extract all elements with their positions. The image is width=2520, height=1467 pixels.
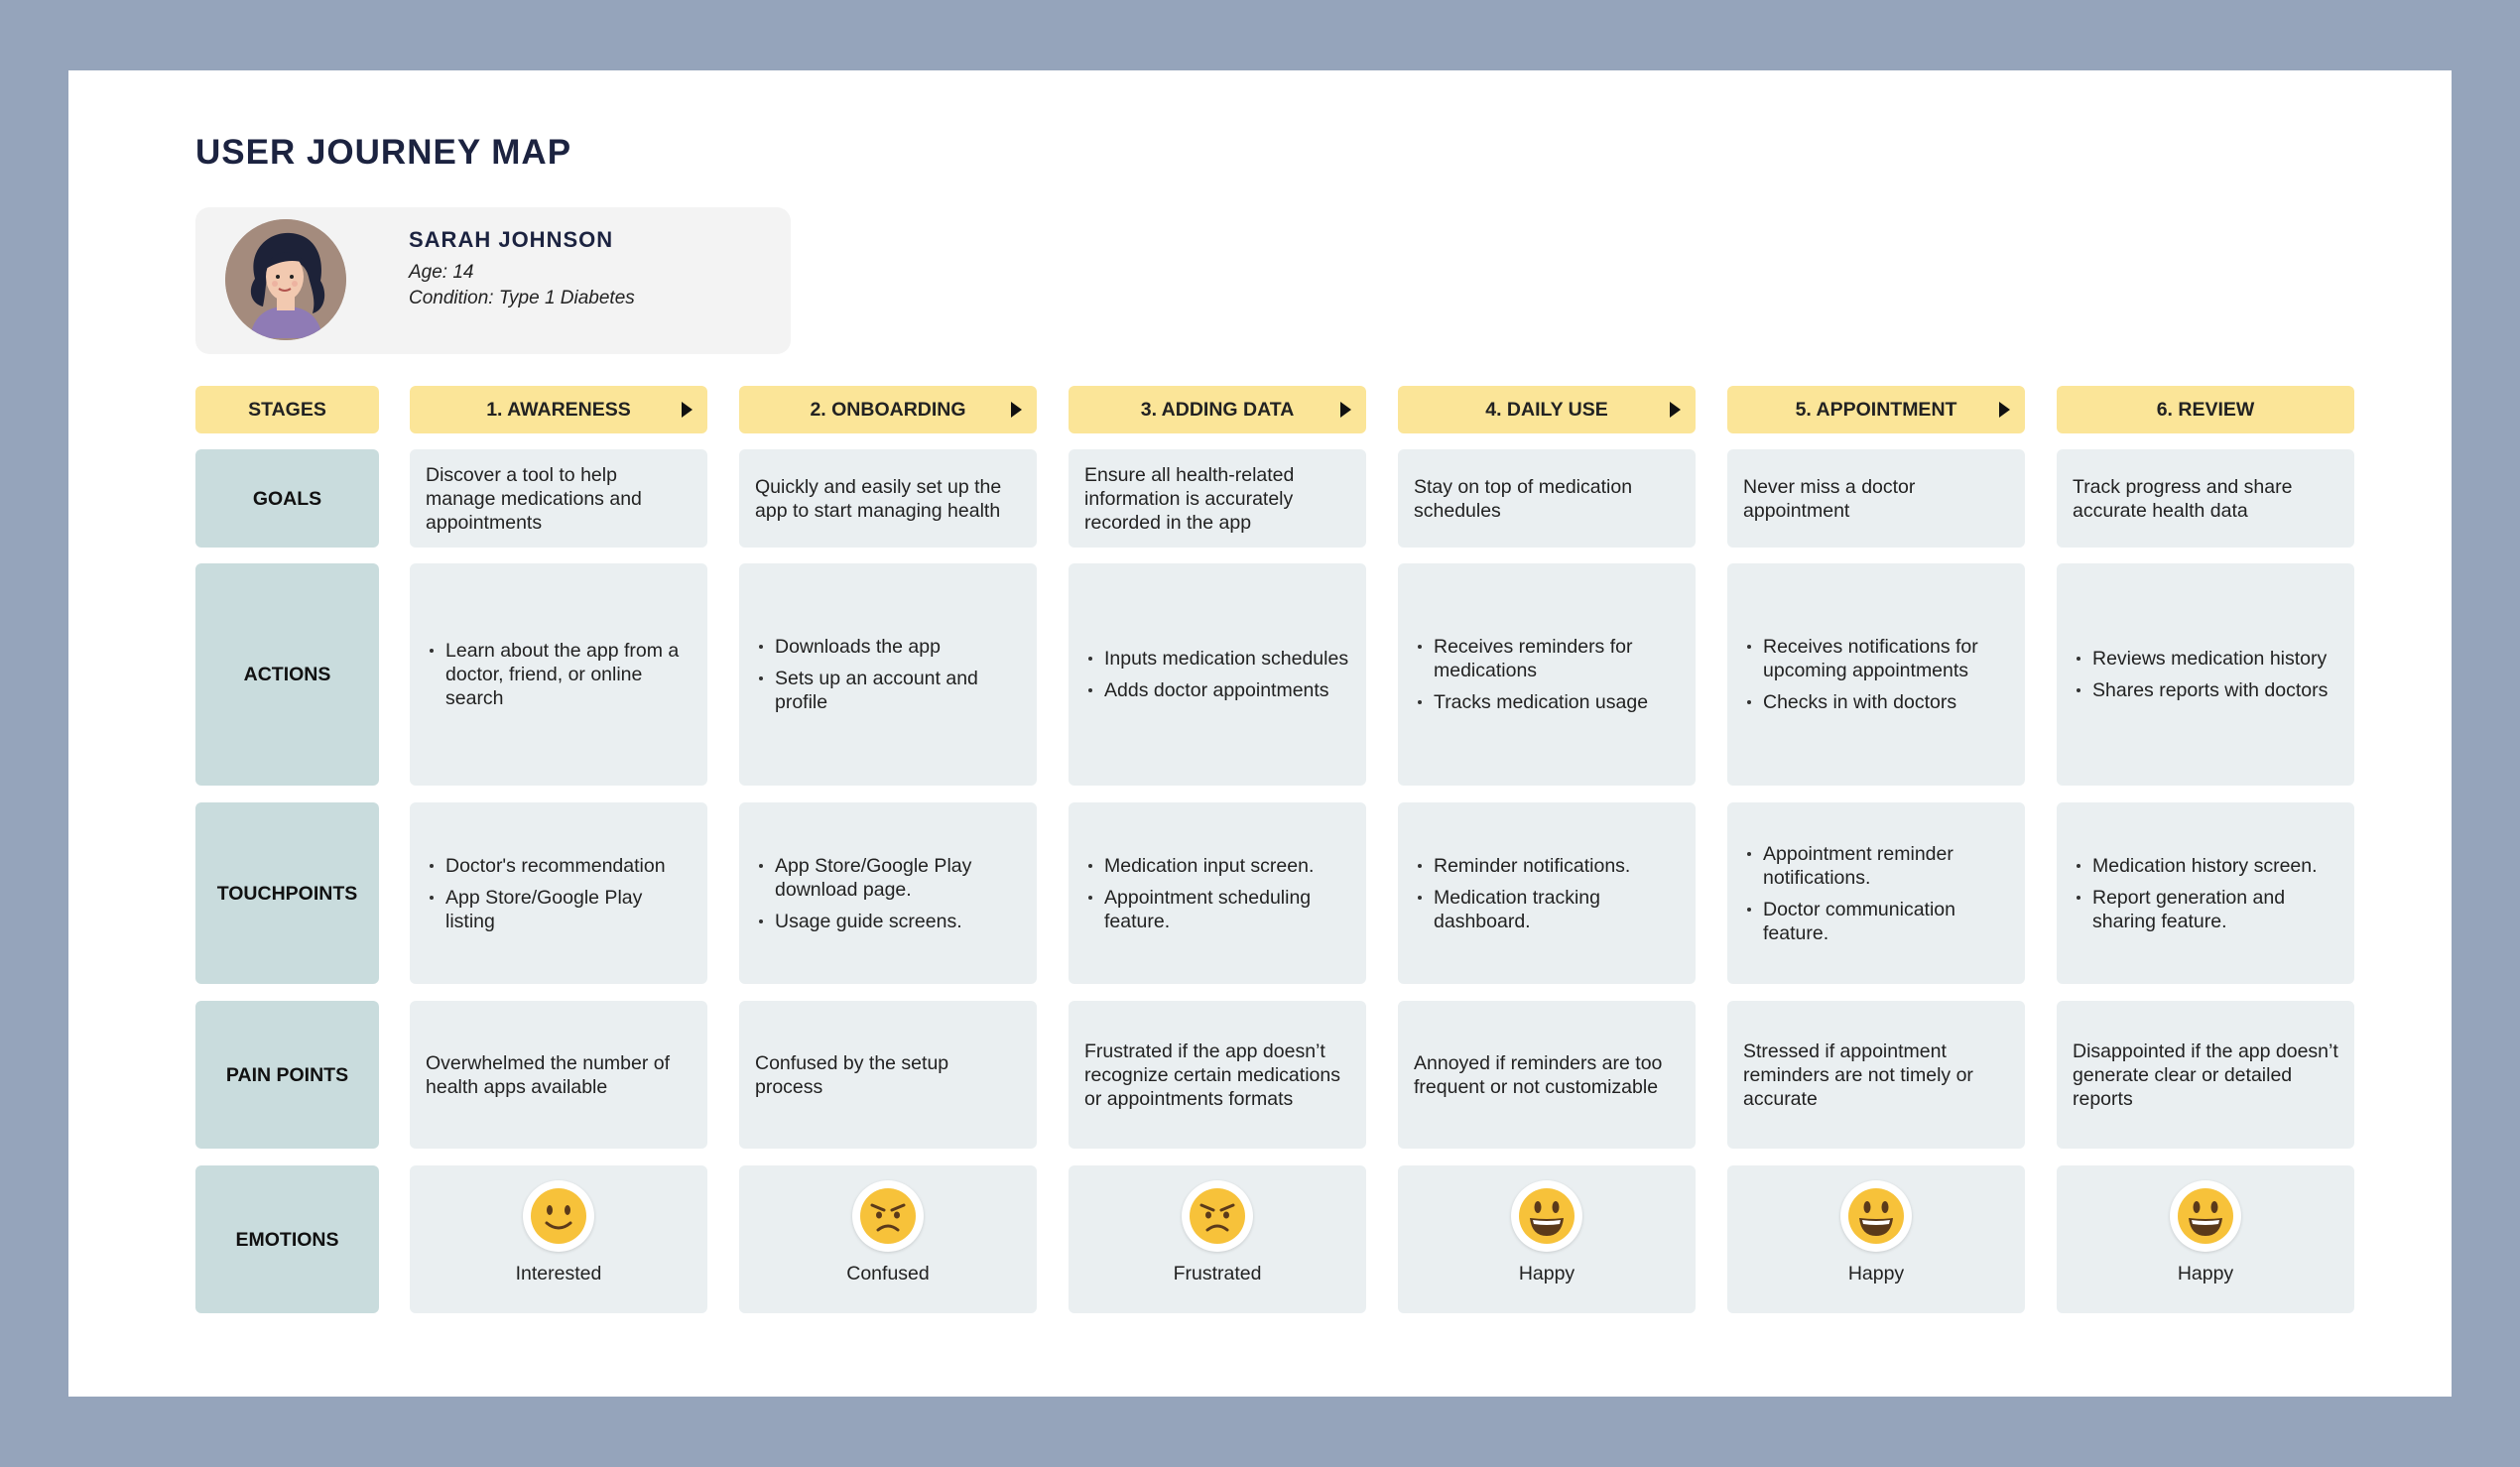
emotion-cell: Happy <box>2057 1165 2354 1313</box>
list-item: Tracks medication usage <box>1416 690 1680 714</box>
list-item: Doctor's recommendation <box>428 854 692 878</box>
list-item: Sets up an account and profile <box>757 667 1021 714</box>
arrow-right-icon <box>1670 402 1681 418</box>
stage-header-onboarding: 2. ONBOARDING <box>739 386 1037 433</box>
arrow-right-icon <box>1011 402 1022 418</box>
emotion-label: Happy <box>1518 1263 1575 1284</box>
emotion-label: Happy <box>1847 1263 1905 1284</box>
goal-cell: Quickly and easily set up the app to sta… <box>739 449 1037 548</box>
stage-name: 6. REVIEW <box>2156 399 2255 421</box>
list-item: Inputs medication schedules <box>1086 647 1348 671</box>
persona-avatar <box>225 219 346 340</box>
emotion-label: Interested <box>515 1263 602 1284</box>
persona-card: SARAH JOHNSON Age: 14 Condition: Type 1 … <box>195 207 791 354</box>
persona-age: Age: 14 <box>409 262 474 283</box>
slight-smile-icon <box>523 1180 594 1252</box>
row-label-emotions: EMOTIONS <box>195 1165 379 1313</box>
list-item: Medication input screen. <box>1086 854 1350 878</box>
list-item: Doctor communication feature. <box>1745 898 2009 945</box>
emotion-cell: Happy <box>1727 1165 2025 1313</box>
actions-cell: Inputs medication schedules Adds doctor … <box>1069 563 1366 786</box>
stage-header-daily-use: 4. DAILY USE <box>1398 386 1696 433</box>
list-item: Usage guide screens. <box>757 910 1021 933</box>
pain-point-cell: Confused by the setup process <box>739 1001 1037 1149</box>
emotion-cell: Happy <box>1398 1165 1696 1313</box>
stage-name: 3. ADDING DATA <box>1140 399 1295 421</box>
emotion-label: Frustrated <box>1173 1263 1262 1284</box>
persona-name: SARAH JOHNSON <box>409 227 614 252</box>
grinning-face-icon <box>1840 1180 1912 1252</box>
emotion-cell: Confused <box>739 1165 1037 1313</box>
list-item: Checks in with doctors <box>1745 690 2009 714</box>
list-item: Receives reminders for medications <box>1416 635 1680 682</box>
row-label-pain-points: PAIN POINTS <box>195 1001 379 1149</box>
row-label-touchpoints: TOUCHPOINTS <box>195 802 379 984</box>
row-label-stages: STAGES <box>195 386 379 433</box>
actions-cell: Receives notifications for upcoming appo… <box>1727 563 2025 786</box>
list-item: Adds doctor appointments <box>1086 678 1348 702</box>
angry-face-icon <box>852 1180 924 1252</box>
goal-cell: Ensure all health-related information is… <box>1069 449 1366 548</box>
goal-cell: Stay on top of medication schedules <box>1398 449 1696 548</box>
stage-header-awareness: 1. AWARENESS <box>410 386 707 433</box>
stage-header-adding-data: 3. ADDING DATA <box>1069 386 1366 433</box>
arrow-right-icon <box>682 402 693 418</box>
row-label-actions: ACTIONS <box>195 563 379 786</box>
stage-name: 4. DAILY USE <box>1485 399 1608 421</box>
list-item: App Store/Google Play download page. <box>757 854 1021 902</box>
stage-header-review: 6. REVIEW <box>2057 386 2354 433</box>
actions-cell: Downloads the app Sets up an account and… <box>739 563 1037 786</box>
actions-cell: Receives reminders for medications Track… <box>1398 563 1696 786</box>
list-item: Report generation and sharing feature. <box>2075 886 2338 933</box>
goal-cell: Track progress and share accurate health… <box>2057 449 2354 548</box>
arrow-right-icon <box>1999 402 2010 418</box>
grinning-face-icon <box>2170 1180 2241 1252</box>
pain-point-cell: Annoyed if reminders are too frequent or… <box>1398 1001 1696 1149</box>
stage-name: 1. AWARENESS <box>486 399 631 421</box>
list-item: Appointment reminder notifications. <box>1745 842 2009 890</box>
goal-cell: Never miss a doctor appointment <box>1727 449 2025 548</box>
row-label-goals: GOALS <box>195 449 379 548</box>
list-item: Medication tracking dashboard. <box>1416 886 1680 933</box>
goal-cell: Discover a tool to help manage medicatio… <box>410 449 707 548</box>
stage-name: 2. ONBOARDING <box>810 399 966 421</box>
touchpoints-cell: Doctor's recommendation App Store/Google… <box>410 802 707 984</box>
actions-cell: Learn about the app from a doctor, frien… <box>410 563 707 786</box>
pain-point-cell: Stressed if appointment reminders are no… <box>1727 1001 2025 1149</box>
persona-condition: Condition: Type 1 Diabetes <box>409 288 635 308</box>
list-item: Reviews medication history <box>2075 647 2328 671</box>
grinning-face-icon <box>1511 1180 1582 1252</box>
stage-name: 5. APPOINTMENT <box>1795 399 1957 421</box>
pain-point-cell: Overwhelmed the number of health apps av… <box>410 1001 707 1149</box>
list-item: Receives notifications for upcoming appo… <box>1745 635 2009 682</box>
list-item: Learn about the app from a doctor, frien… <box>428 639 692 710</box>
emotion-cell: Frustrated <box>1069 1165 1366 1313</box>
list-item: Medication history screen. <box>2075 854 2338 878</box>
emotion-cell: Interested <box>410 1165 707 1313</box>
touchpoints-cell: Appointment reminder notifications. Doct… <box>1727 802 2025 984</box>
arrow-right-icon <box>1340 402 1351 418</box>
emotion-label: Happy <box>2177 1263 2234 1284</box>
touchpoints-cell: Medication input screen. Appointment sch… <box>1069 802 1366 984</box>
actions-cell: Reviews medication history Shares report… <box>2057 563 2354 786</box>
angry-face-icon <box>1182 1180 1253 1252</box>
emotion-label: Confused <box>846 1263 930 1284</box>
pain-point-cell: Disappointed if the app doesn’t generate… <box>2057 1001 2354 1149</box>
touchpoints-cell: Medication history screen. Report genera… <box>2057 802 2354 984</box>
touchpoints-cell: Reminder notifications. Medication track… <box>1398 802 1696 984</box>
list-item: Downloads the app <box>757 635 1021 659</box>
stage-header-appointment: 5. APPOINTMENT <box>1727 386 2025 433</box>
journey-map-canvas: USER JOURNEY MAP SARAH JOHNSON Age: 14 C… <box>68 70 2452 1397</box>
pain-point-cell: Frustrated if the app doesn’t recognize … <box>1069 1001 1366 1149</box>
list-item: Appointment scheduling feature. <box>1086 886 1350 933</box>
list-item: Reminder notifications. <box>1416 854 1680 878</box>
list-item: App Store/Google Play listing <box>428 886 692 933</box>
list-item: Shares reports with doctors <box>2075 678 2328 702</box>
touchpoints-cell: App Store/Google Play download page. Usa… <box>739 802 1037 984</box>
page-title: USER JOURNEY MAP <box>195 133 572 172</box>
